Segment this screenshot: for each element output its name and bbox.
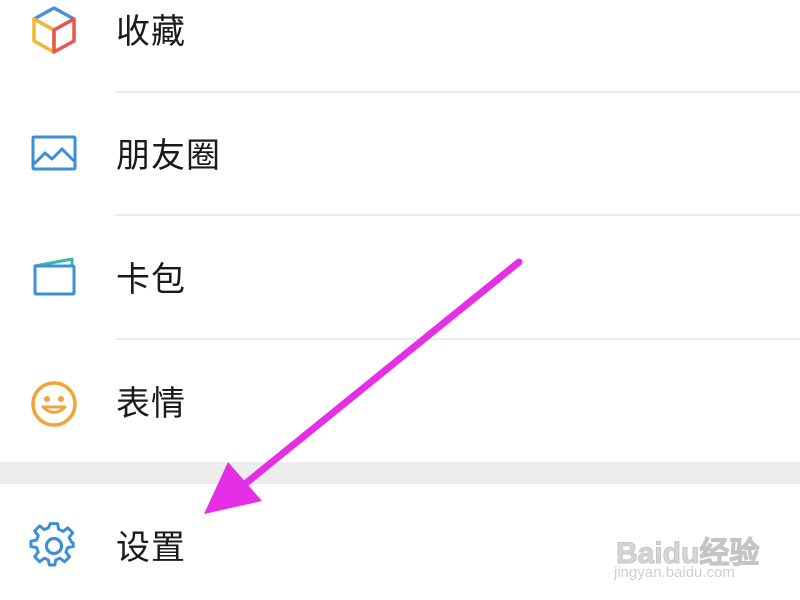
menu-item-label: 收藏 <box>116 12 186 52</box>
menu-item-label: 朋友圈 <box>116 136 221 176</box>
wechat-me-menu-screen: 收藏 朋友圈 卡包 表情 设置 Baidu经验 jingyan.baidu.co… <box>0 0 800 600</box>
divider <box>116 338 800 340</box>
card-wallet-icon <box>28 252 80 304</box>
watermark-url: jingyan.baidu.com <box>614 564 735 581</box>
favorites-cube-icon <box>28 4 80 56</box>
settings-label: 设置 <box>116 528 186 568</box>
divider <box>116 214 800 216</box>
baidu-watermark: Baidu经验 jingyan.baidu.com <box>612 520 782 586</box>
menu-item-favorites[interactable]: 收藏 <box>0 0 800 90</box>
menu-item-stickers[interactable]: 表情 <box>0 342 800 462</box>
divider <box>116 91 800 93</box>
smiley-face-icon <box>28 378 80 430</box>
menu-item-moments[interactable]: 朋友圈 <box>0 94 800 214</box>
menu-item-label: 卡包 <box>116 260 186 300</box>
menu-item-card-wallet[interactable]: 卡包 <box>0 218 800 338</box>
moments-picture-icon <box>28 128 80 180</box>
section-separator <box>0 462 800 484</box>
gear-icon <box>28 520 80 572</box>
menu-item-label: 表情 <box>116 384 186 424</box>
